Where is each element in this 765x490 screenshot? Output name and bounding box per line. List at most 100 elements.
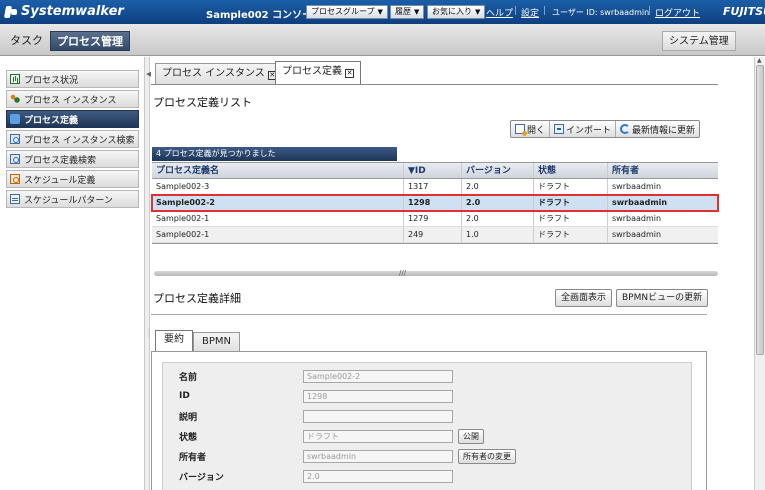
- cell-id: 249: [404, 227, 462, 242]
- sidebar-item-process-status[interactable]: プロセス状況: [6, 70, 139, 88]
- tab-bpmn[interactable]: BPMN: [193, 332, 240, 352]
- import-button[interactable]: インポート: [549, 121, 615, 137]
- refresh-button[interactable]: 最新情報に更新: [615, 121, 699, 137]
- sidebar-item-schedule-pattern[interactable]: スケジュールパターン: [6, 190, 139, 208]
- version-field[interactable]: 2.0: [303, 469, 453, 483]
- table-row[interactable]: Sample002-3 1317 2.0 ドラフト swrbaadmin: [152, 179, 718, 195]
- tab-label: プロセス インスタンス: [162, 68, 265, 79]
- column-header-id[interactable]: ▼ID: [404, 163, 462, 178]
- pane-splitter[interactable]: [154, 271, 718, 276]
- field-label: ID: [179, 391, 190, 401]
- detail-panel: 名前 Sample002-2 ID 1298 説明 状態 ドラフト 公開 所有者…: [151, 351, 707, 490]
- cell-owner: swrbaadmin: [612, 214, 662, 223]
- bpmn-update-button[interactable]: BPMNビューの更新: [616, 289, 709, 307]
- grip-icon[interactable]: ///: [399, 269, 406, 277]
- tab-task[interactable]: タスク: [4, 31, 49, 51]
- column-header-version[interactable]: バージョン: [462, 163, 534, 178]
- fullscreen-button[interactable]: 全画面表示: [555, 289, 613, 307]
- sidebar-item-process-instance[interactable]: プロセス インスタンス: [6, 90, 139, 108]
- column-header-owner[interactable]: 所有者: [608, 163, 718, 178]
- list-toolbar: 開く インポート 最新情報に更新: [510, 120, 701, 138]
- sidebar: プロセス状況 プロセス インスタンス プロセス定義 プロセス インスタンス検索 …: [0, 57, 145, 490]
- table-row-selected[interactable]: Sample002-2 1298 2.0 ドラフト swrbaadmin: [151, 194, 719, 212]
- sidebar-item-instance-search[interactable]: プロセス インスタンス検索: [6, 130, 139, 148]
- grip-icon[interactable]: ⋮ ⋮: [146, 329, 152, 339]
- chevron-down-icon: ▼: [414, 8, 420, 16]
- cell-id: 1298: [404, 195, 462, 210]
- sidebar-splitter[interactable]: [145, 57, 150, 490]
- field-status: 状態 ドラフト 公開: [179, 428, 484, 444]
- open-button-label: 開く: [527, 125, 546, 136]
- field-description: 説明: [179, 409, 453, 423]
- scrollbar-thumb[interactable]: [756, 65, 764, 355]
- field-version: バージョン 2.0: [179, 469, 453, 483]
- refresh-button-label: 最新情報に更新: [632, 125, 696, 136]
- search-icon: [10, 154, 20, 164]
- table-header: プロセス定義名 ▼ID バージョン 状態 所有者: [152, 163, 718, 179]
- id-field[interactable]: 1298: [303, 389, 453, 403]
- field-id: ID 1298: [179, 389, 453, 403]
- main-content: プロセス インスタンス ✕ プロセス定義 ✕ プロセス定義リスト 開く インポート …: [151, 57, 754, 490]
- console-title: Sample002 コンソール: [206, 10, 323, 21]
- field-owner: 所有者 swrbaadmin 所有者の変更: [179, 448, 516, 464]
- tab-summary[interactable]: 要約: [155, 330, 193, 352]
- list-title: プロセス定義リスト: [153, 96, 252, 109]
- cell-version: 2.0: [462, 211, 534, 226]
- tab-process-instance[interactable]: プロセス インスタンス ✕: [155, 63, 284, 84]
- pattern-icon: [10, 194, 20, 204]
- user-id-text: ユーザー ID: swrbaadmin: [552, 8, 650, 17]
- tab-label: プロセス定義: [282, 66, 342, 77]
- cell-name: Sample002-2: [152, 195, 404, 210]
- detail-divider: [151, 314, 707, 315]
- cell-status: ドラフト: [534, 211, 608, 226]
- sidebar-item-label: プロセス インスタンス: [24, 95, 117, 106]
- favorites-menu[interactable]: お気に入り ▼: [427, 5, 486, 19]
- field-label: 説明: [179, 412, 198, 423]
- people-icon: [10, 94, 20, 104]
- cell-id: 1279: [404, 211, 462, 226]
- cell-status: ドラフト: [534, 227, 608, 242]
- change-owner-button[interactable]: 所有者の変更: [458, 448, 516, 464]
- description-field[interactable]: [303, 409, 453, 423]
- cell-name: Sample002-3: [152, 179, 404, 194]
- close-icon[interactable]: ✕: [345, 69, 354, 78]
- help-link[interactable]: ヘルプ: [486, 6, 513, 19]
- separator: |: [514, 6, 518, 16]
- scroll-up-icon[interactable]: ▲: [757, 57, 762, 64]
- separator: |: [543, 6, 547, 16]
- logout-link[interactable]: ログアウト: [655, 6, 700, 19]
- sidebar-item-definition-search[interactable]: プロセス定義検索: [6, 150, 139, 168]
- status-field[interactable]: ドラフト: [303, 429, 453, 443]
- cell-version: 1.0: [462, 227, 534, 242]
- vertical-scrollbar[interactable]: ▲: [754, 57, 765, 490]
- name-field[interactable]: Sample002-2: [303, 369, 453, 383]
- field-label: バージョン: [179, 472, 224, 483]
- tab-system-management[interactable]: システム管理: [662, 31, 736, 51]
- sidebar-item-process-definition[interactable]: プロセス定義: [6, 110, 139, 128]
- owner-field[interactable]: swrbaadmin: [303, 449, 453, 463]
- cell-id: 1317: [404, 179, 462, 194]
- tab-divider: [151, 84, 718, 85]
- tab-process-definition[interactable]: プロセス定義 ✕: [275, 61, 361, 84]
- process-icon: [10, 114, 20, 124]
- search-icon: [10, 134, 20, 144]
- logo-text: Systemwalker: [21, 4, 124, 19]
- history-menu[interactable]: 履歴 ▼: [390, 5, 425, 19]
- field-label: 所有者: [179, 452, 207, 463]
- cell-name: Sample002-1: [152, 211, 404, 226]
- logo-icon: [4, 5, 18, 19]
- table-row[interactable]: Sample002-1 1279 2.0 ドラフト swrbaadmin: [152, 211, 718, 227]
- chart-icon: [10, 74, 20, 84]
- process-group-menu[interactable]: プロセスグループ ▼: [306, 5, 388, 19]
- column-header-name[interactable]: プロセス定義名: [152, 163, 404, 178]
- sidebar-item-schedule-definition[interactable]: スケジュール定義: [6, 170, 139, 188]
- publish-button[interactable]: 公開: [458, 428, 484, 444]
- chevron-down-icon: ▼: [377, 8, 383, 16]
- top-header: Systemwalker Sample002 コンソール プロセスグループ ▼ 履…: [0, 0, 765, 24]
- table-row[interactable]: Sample002-1 249 1.0 ドラフト swrbaadmin: [152, 227, 718, 243]
- open-button[interactable]: 開く: [511, 121, 549, 137]
- process-group-menu-label: プロセスグループ: [311, 7, 375, 16]
- tab-process-management[interactable]: プロセス管理: [50, 31, 130, 51]
- settings-link[interactable]: 設定: [521, 6, 539, 19]
- column-header-status[interactable]: 状態: [534, 163, 608, 178]
